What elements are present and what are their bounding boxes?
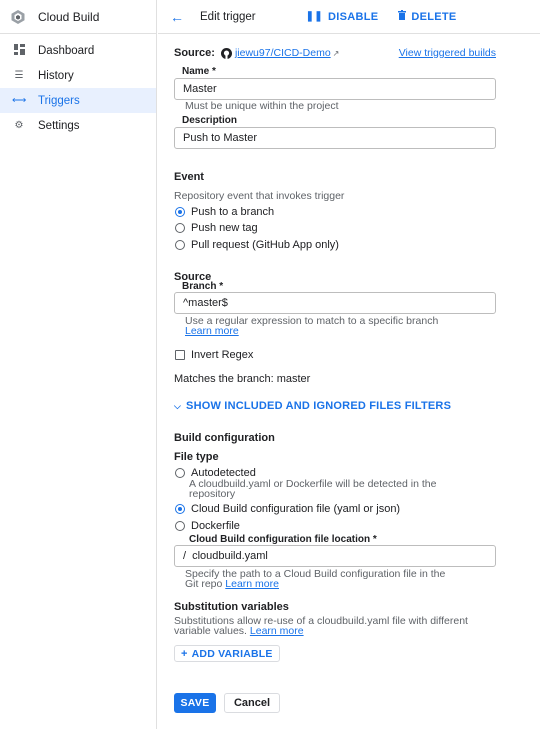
radio-icon [175,521,185,531]
top-bar: ← Edit trigger ❚❚ DISABLE DELETE [158,0,540,34]
sidebar-item-triggers[interactable]: ⟷ Triggers [0,88,156,113]
radio-label: Pull request (GitHub App only) [191,239,339,251]
cloud-build-logo-icon [11,9,25,24]
name-field[interactable]: Master [174,78,496,100]
substitution-learn-more-link[interactable]: Learn more [250,625,304,637]
build-config-title: Build configuration [174,432,275,444]
substitution-title: Substitution variables [174,601,289,613]
description-field[interactable]: Push to Master [174,127,496,149]
config-location-value: cloudbuild.yaml [192,550,268,562]
radio-selected-icon [175,504,185,514]
chevron-down-icon: ⌵ [174,400,182,411]
sidebar-item-label: History [38,69,74,82]
event-option-pull-request[interactable]: Pull request (GitHub App only) [175,239,339,251]
radio-icon [175,468,185,478]
disable-button[interactable]: ❚❚ DISABLE [306,11,379,23]
repo-link[interactable]: jiewu97/CICD-Demo [235,47,331,59]
event-title: Event [174,171,204,183]
substitution-helper-line2: variable values. Learn more [174,626,304,637]
radio-icon [175,223,185,233]
config-location-helper-line2: Git repo Learn more [185,579,279,590]
sidebar-item-history[interactable]: ☰ History [0,63,156,88]
filetype-option-dockerfile[interactable]: Dockerfile [175,520,240,532]
branch-learn-more-link[interactable]: Learn more [185,326,239,337]
save-button[interactable]: SAVE [174,693,216,713]
radio-label: Dockerfile [191,520,240,532]
radio-icon [175,240,185,250]
event-helper: Repository event that invokes trigger [174,190,345,202]
description-label: Description [182,115,238,126]
page-title: Edit trigger [200,10,256,23]
app-title: Cloud Build [38,9,100,24]
view-triggered-builds-link[interactable]: View triggered builds [399,47,496,59]
add-variable-button[interactable]: + ADD VARIABLE [174,645,280,662]
disable-label: DISABLE [327,10,379,23]
radio-label: Cloud Build configuration file (yaml or … [191,503,401,515]
sidebar-item-label: Dashboard [38,44,95,57]
config-location-label: Cloud Build configuration file location … [189,534,377,545]
delete-label: DELETE [411,10,457,23]
helper-text: variable values. [174,625,247,637]
source-row: Source: jiewu97/CICD-Demo ↗ View trigger… [174,47,496,59]
radio-label: Push new tag [191,222,258,234]
arrow-icon: ⟷ [12,95,27,106]
pause-icon: ❚❚ [305,11,323,22]
radio-selected-icon [175,207,185,217]
edit-trigger-form: Source: jiewu97/CICD-Demo ↗ View trigger… [158,34,540,729]
event-option-push-tag[interactable]: Push new tag [175,222,258,234]
delete-button[interactable]: DELETE [398,10,456,23]
helper-text: Git repo [185,578,223,590]
sidebar-nav: Dashboard ☰ History ⟷ Triggers ⚙ Setting… [0,34,156,138]
source-label: Source: [174,47,215,59]
branch-field[interactable]: ^master$ [174,292,496,314]
config-location-prefix: / [183,550,187,562]
event-option-push-branch[interactable]: Push to a branch [175,206,274,218]
name-helper: Must be unique within the project [185,100,339,112]
radio-label: Push to a branch [191,206,275,218]
back-arrow-icon[interactable]: ← [170,9,184,25]
sidebar: Cloud Build Dashboard ☰ History ⟷ Trigge… [0,0,157,729]
github-icon [220,47,232,59]
file-type-label: File type [174,451,219,463]
plus-icon: + [181,647,188,660]
checkbox-label: Invert Regex [191,349,254,361]
branch-label: Branch * [182,281,224,292]
invert-regex-checkbox[interactable]: Invert Regex [175,349,253,361]
sidebar-item-label: Triggers [38,94,80,107]
list-icon: ☰ [14,70,24,81]
external-link-icon: ↗ [332,48,340,58]
config-location-field[interactable]: / cloudbuild.yaml [174,545,496,567]
add-variable-label: ADD VARIABLE [191,647,273,660]
trash-icon [398,10,407,23]
show-filters-button[interactable]: ⌵ SHOW INCLUDED AND IGNORED FILES FILTER… [174,400,451,412]
filetype-option-cloudbuild[interactable]: Cloud Build configuration file (yaml or … [175,503,400,515]
sidebar-header: Cloud Build [0,0,156,34]
sidebar-item-label: Settings [38,119,80,132]
sidebar-item-dashboard[interactable]: Dashboard [0,38,156,63]
name-label: Name * [182,66,216,77]
cancel-button[interactable]: Cancel [224,693,280,713]
sidebar-item-settings[interactable]: ⚙ Settings [0,113,156,138]
config-learn-more-link[interactable]: Learn more [225,578,279,590]
dashboard-icon [12,43,26,58]
branch-matches-text: Matches the branch: master [174,373,311,385]
gear-icon: ⚙ [14,120,24,131]
autodetected-helper-line2: repository [189,488,236,500]
show-filters-label: SHOW INCLUDED AND IGNORED FILES FILTERS [186,400,452,412]
checkbox-icon [175,350,185,360]
